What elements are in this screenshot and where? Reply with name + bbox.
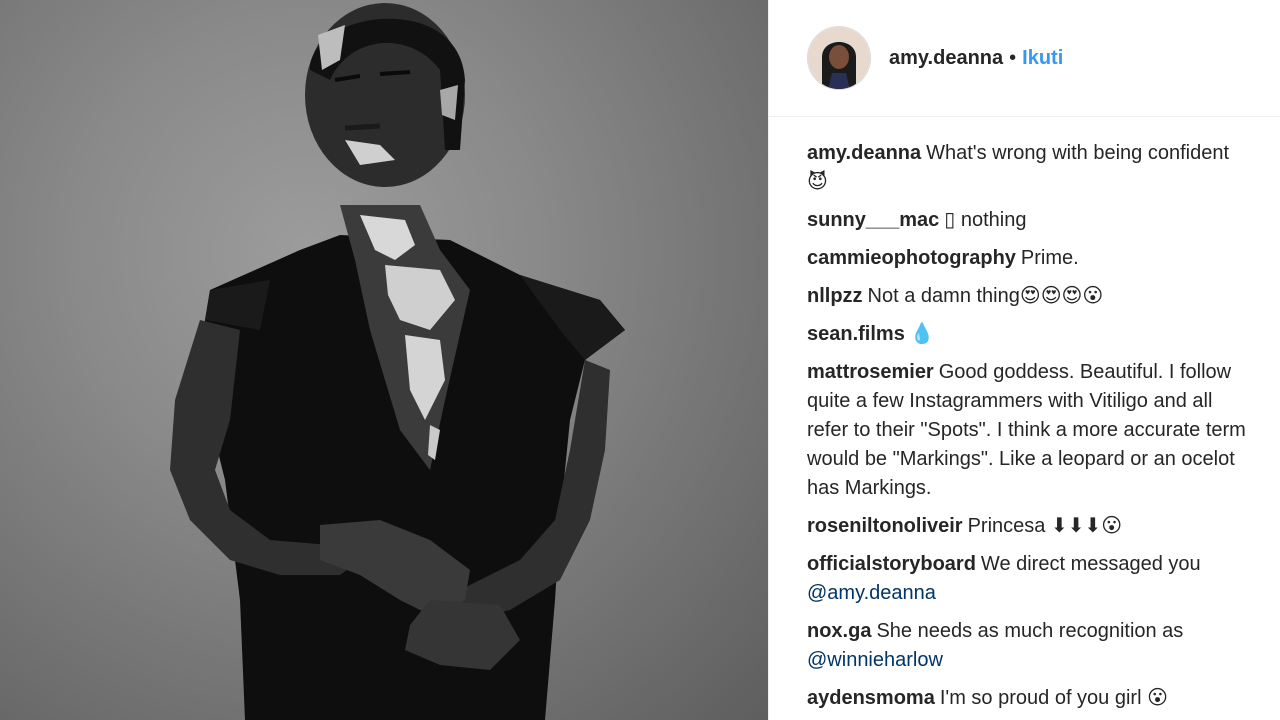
portrait-illustration <box>170 3 625 720</box>
header-text: amy.deanna • Ikuti <box>889 47 1063 70</box>
comment-item: officialstoryboard We direct messaged you… <box>807 550 1250 608</box>
comment-username[interactable]: sunny___mac <box>807 209 939 231</box>
comment-username[interactable]: nllpzz <box>807 285 863 307</box>
comment-item: roseniltonoliveir Princesa ⬇⬇⬇😮 <box>807 512 1250 541</box>
comment-item: sunny___mac ▯ nothing <box>807 206 1250 235</box>
comment-username[interactable]: aydensmoma <box>807 687 935 709</box>
comment-item: mattrosemier Good goddess. Beautiful. I f… <box>807 358 1250 503</box>
comment-item: nllpzz Not a damn thing😍😍😍😮 <box>807 282 1250 311</box>
comment-text: Prime. <box>1020 247 1079 269</box>
comments-list: amy.deanna What's wrong with being confid… <box>769 117 1280 713</box>
instagram-post-view: amy.deanna • Ikuti amy.deanna What's wron… <box>0 0 1280 720</box>
comment-text: She needs as much recognition as <box>876 620 1184 642</box>
profile-avatar[interactable] <box>807 26 871 90</box>
comment-username[interactable]: officialstoryboard <box>807 553 976 575</box>
comment-item: sean.films 💧 <box>807 320 1250 349</box>
comment-username[interactable]: amy.deanna <box>807 142 921 164</box>
follow-button[interactable]: Ikuti <box>1022 47 1063 70</box>
comment-item: cammieophotography Prime. <box>807 244 1250 273</box>
comment-text: I'm so proud of you girl 😮 <box>939 687 1168 709</box>
header-separator: • <box>1009 46 1017 69</box>
comment-item: nox.ga She needs as much recognition as @… <box>807 617 1250 675</box>
comment-text: We direct messaged you <box>980 553 1201 575</box>
comment-mention-link[interactable]: @amy.deanna <box>807 579 1250 608</box>
post-header: amy.deanna • Ikuti <box>769 0 1280 117</box>
comment-text: ▯ nothing <box>944 209 1027 231</box>
avatar-image <box>808 27 870 89</box>
comment-username[interactable]: roseniltonoliveir <box>807 515 963 537</box>
comment-username[interactable]: mattrosemier <box>807 361 934 383</box>
comment-text: 💧 <box>909 323 935 345</box>
post-photo[interactable] <box>0 0 768 720</box>
comment-mention-link[interactable]: @winnieharlow <box>807 646 1250 675</box>
comment-text: Princesa ⬇⬇⬇😮 <box>967 515 1123 537</box>
comment-username[interactable]: cammieophotography <box>807 247 1016 269</box>
post-side-panel: amy.deanna • Ikuti amy.deanna What's wron… <box>768 0 1280 720</box>
comment-username[interactable]: nox.ga <box>807 620 871 642</box>
comment-text: Not a damn thing😍😍😍😮 <box>867 285 1104 307</box>
comment-item: amy.deanna What's wrong with being confid… <box>807 139 1250 197</box>
comment-item: aydensmoma I'm so proud of you girl 😮 <box>807 684 1250 713</box>
post-username[interactable]: amy.deanna <box>889 47 1003 70</box>
comment-username[interactable]: sean.films <box>807 323 905 345</box>
